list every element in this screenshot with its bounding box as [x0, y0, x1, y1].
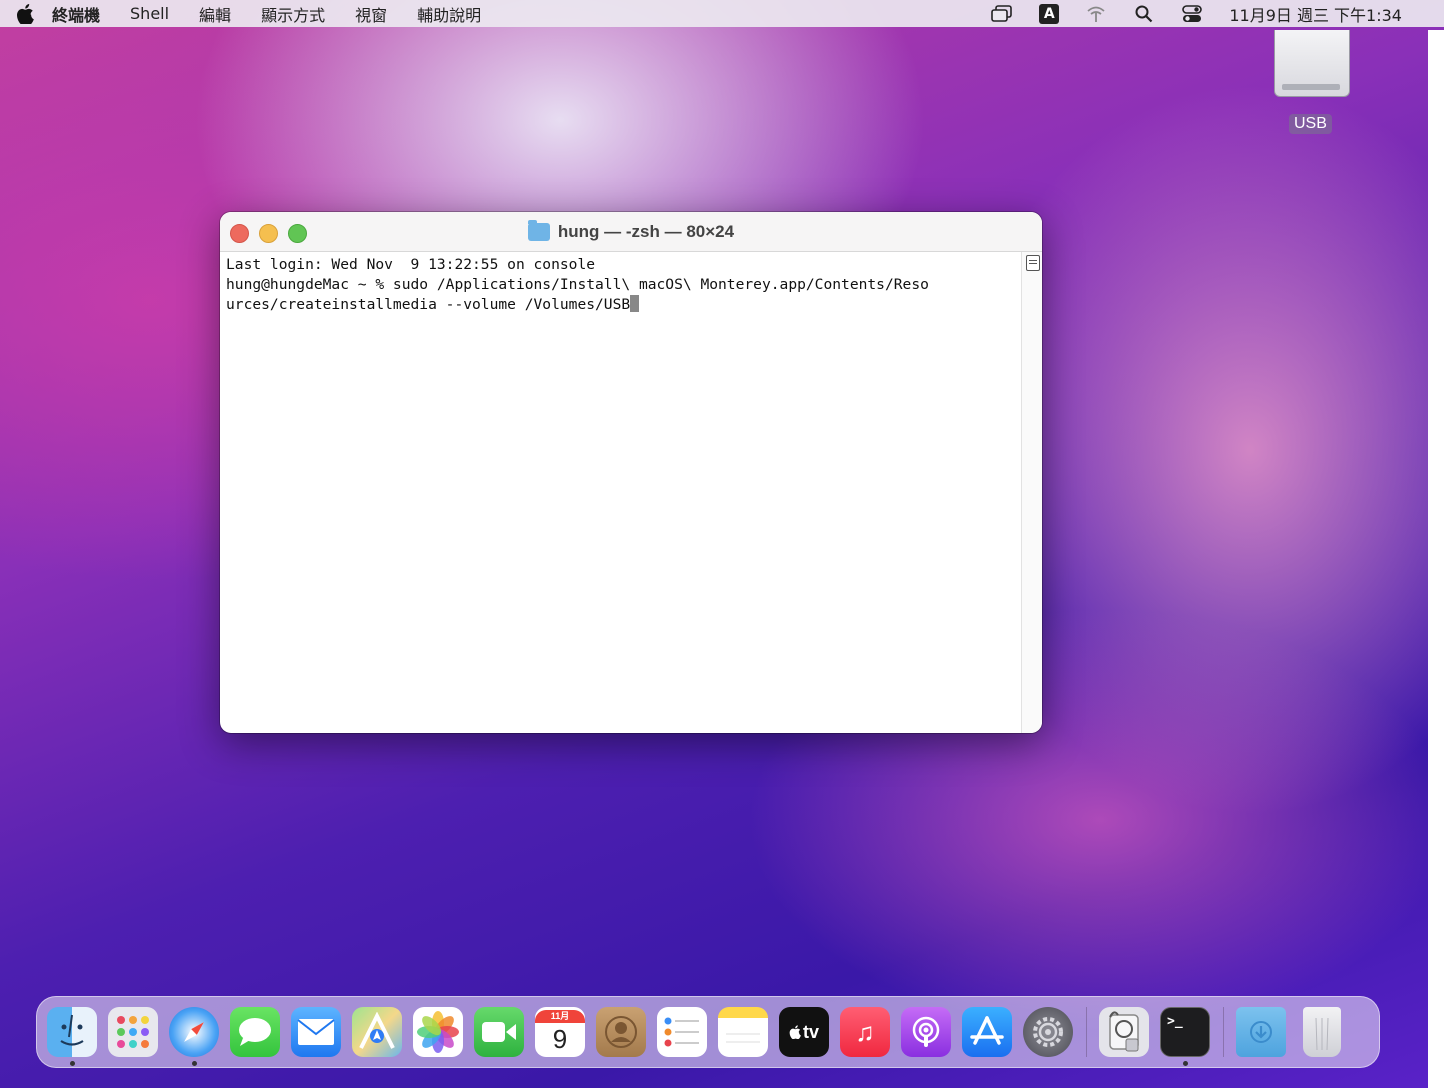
split-pane-icon[interactable] — [1026, 255, 1040, 271]
apple-tv-icon[interactable]: tv — [779, 1007, 829, 1057]
screen-mirroring-icon[interactable] — [991, 4, 1013, 24]
finder-icon[interactable] — [47, 1007, 97, 1066]
disk-utility-icon[interactable] — [1099, 1007, 1149, 1057]
menu-bar: 終端機 Shell 編輯 顯示方式 視窗 輔助說明 A 11月9日 週三 下午1… — [0, 0, 1444, 27]
launchpad-icon[interactable] — [108, 1007, 158, 1057]
menu-view[interactable]: 顯示方式 — [261, 2, 325, 26]
calendar-icon[interactable]: 11月 9 — [535, 1007, 585, 1057]
dock-separator — [1223, 1007, 1224, 1057]
photos-icon[interactable] — [413, 1007, 463, 1057]
safari-icon[interactable] — [169, 1007, 219, 1066]
podcasts-icon[interactable] — [901, 1007, 951, 1057]
input-method-icon[interactable]: A — [1039, 3, 1060, 24]
app-store-icon[interactable] — [962, 1007, 1012, 1057]
terminal-line: Last login: Wed Nov 9 13:22:55 on consol… — [226, 256, 596, 273]
dock: 11月 9 tv ♫ >_ — [36, 996, 1380, 1068]
usb-drive-label[interactable]: USB — [1289, 114, 1332, 134]
terminal-titlebar[interactable]: hung — -zsh — 80×24 — [220, 212, 1042, 252]
calendar-month: 11月 — [535, 1009, 585, 1023]
spotlight-search-icon[interactable] — [1133, 4, 1155, 24]
control-center-icon[interactable] — [1181, 4, 1203, 24]
terminal-line: urces/createinstallmedia --volume /Volum… — [226, 296, 631, 313]
downloads-folder-icon[interactable] — [1236, 1007, 1286, 1057]
menubar-clock[interactable]: 11月9日 週三 下午1:34 — [1229, 2, 1402, 26]
trash-icon[interactable] — [1303, 1007, 1341, 1057]
terminal-line: hung@hungdeMac ~ % sudo /Applications/In… — [226, 276, 929, 293]
calendar-day: 9 — [552, 1023, 568, 1054]
menu-window[interactable]: 視窗 — [355, 2, 387, 26]
wifi-icon[interactable] — [1085, 4, 1107, 24]
usb-drive-icon[interactable] — [1262, 30, 1360, 106]
menu-help[interactable]: 輔助說明 — [417, 2, 481, 26]
notes-icon[interactable] — [718, 1007, 768, 1057]
close-button[interactable] — [230, 224, 249, 243]
apple-menu-icon[interactable] — [14, 3, 36, 25]
reminders-icon[interactable] — [657, 1007, 707, 1057]
terminal-scrollbar[interactable] — [1021, 252, 1042, 733]
music-icon[interactable]: ♫ — [840, 1007, 890, 1057]
maps-icon[interactable] — [352, 1007, 402, 1057]
facetime-icon[interactable] — [474, 1007, 524, 1057]
desktop-edge — [1428, 30, 1444, 1088]
menu-edit[interactable]: 編輯 — [199, 2, 231, 26]
dock-separator — [1086, 1007, 1087, 1057]
terminal-window: hung — -zsh — 80×24 Last login: Wed Nov … — [220, 212, 1042, 733]
menubar-status-area: A 11月9日 週三 下午1:34 — [991, 0, 1402, 27]
terminal-prompt-line[interactable]: urces/createinstallmedia --volume /Volum… — [226, 295, 1016, 315]
messages-icon[interactable] — [230, 1007, 280, 1057]
minimize-button[interactable] — [259, 224, 278, 243]
text-cursor — [630, 295, 640, 312]
contacts-icon[interactable] — [596, 1007, 646, 1057]
terminal-app-icon[interactable]: >_ — [1160, 1007, 1210, 1066]
apple-tv-label: tv — [802, 1021, 819, 1042]
window-title: hung — -zsh — 80×24 — [527, 219, 735, 242]
menu-app-name[interactable]: 終端機 — [52, 2, 100, 26]
window-controls — [230, 224, 307, 243]
home-folder-icon — [527, 219, 550, 241]
mail-icon[interactable] — [291, 1007, 341, 1057]
window-title-text: hung — -zsh — 80×24 — [557, 221, 735, 241]
system-preferences-icon[interactable] — [1023, 1007, 1073, 1057]
terminal-output[interactable]: Last login: Wed Nov 9 13:22:55 on consol… — [220, 252, 1022, 733]
menu-shell[interactable]: Shell — [130, 4, 169, 23]
zoom-button[interactable] — [288, 224, 307, 243]
